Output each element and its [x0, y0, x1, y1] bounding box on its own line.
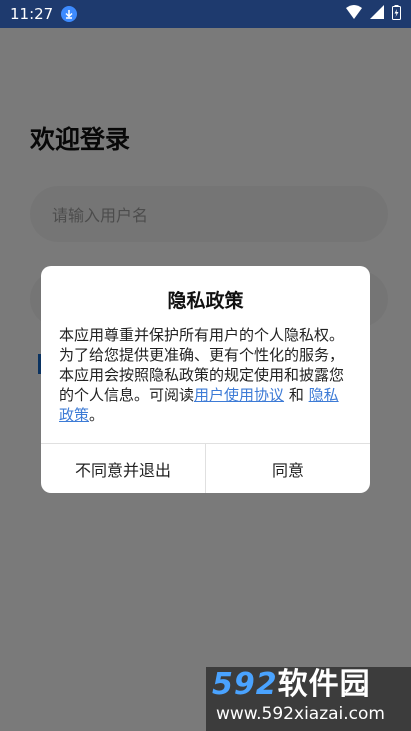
dialog-buttons: 不同意并退出 同意	[41, 443, 370, 493]
decline-button[interactable]: 不同意并退出	[41, 444, 205, 493]
and-text: 和	[288, 386, 304, 404]
watermark: 592软件园 www.592xiazai.com	[206, 667, 411, 731]
privacy-dialog: 隐私政策 本应用尊重并保护所有用户的个人隐私权。为了给您提供更准确、更有个性化的…	[41, 266, 370, 493]
wifi-icon	[346, 5, 362, 23]
watermark-number: 592	[212, 667, 278, 702]
dialog-title: 隐私政策	[167, 290, 244, 312]
watermark-brand: 592软件园	[206, 667, 411, 703]
agree-button[interactable]: 同意	[205, 444, 370, 493]
download-icon	[61, 6, 78, 22]
status-bar: 11:27	[0, 0, 411, 28]
status-time: 11:27	[10, 5, 54, 23]
watermark-url: www.592xiazai.com	[216, 704, 385, 724]
status-icons	[346, 4, 401, 24]
signal-icon	[370, 5, 384, 23]
watermark-text: 软件园	[277, 667, 371, 702]
user-agreement-link[interactable]: 用户使用协议	[194, 386, 284, 404]
battery-icon	[392, 4, 401, 24]
period-text: 。	[89, 406, 105, 424]
dialog-body: 本应用尊重并保护所有用户的个人隐私权。为了给您提供更准确、更有个性化的服务，本应…	[41, 313, 370, 433]
